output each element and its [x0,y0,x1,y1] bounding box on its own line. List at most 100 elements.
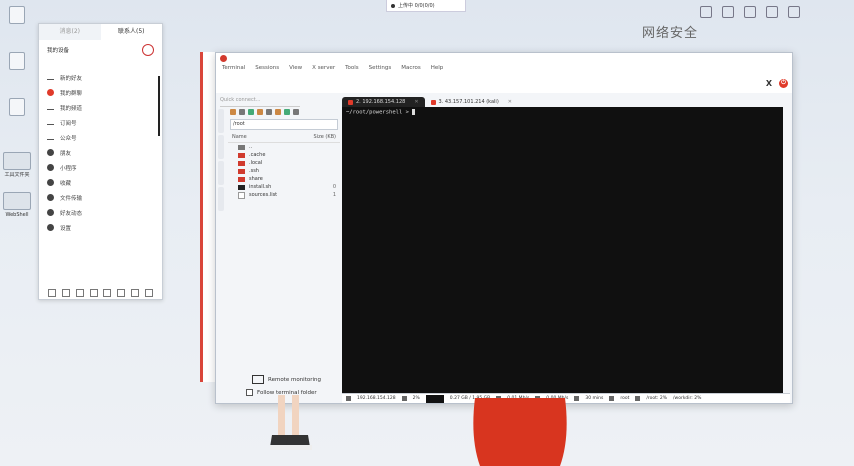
sftp-download-icon[interactable] [257,109,263,115]
close-icon[interactable]: ✕ [414,99,418,105]
moments-icon [47,209,54,216]
terminal-scrollbar[interactable] [783,107,790,393]
chat-panel: 消息(2) 联系人(5) 我的设备 新的好友 我的群聊 我的频道 订阅号 公众号… [38,23,163,300]
folder-icon [238,168,245,174]
menu-item-macros[interactable]: Macros [401,65,421,71]
menu-item-settings[interactable]: Settings [369,65,392,71]
terminal-app-window: Terminal Sessions View X server Tools Se… [215,52,793,404]
sftp-row[interactable]: share [228,175,340,183]
desktop-icon[interactable]: 工具文件夹 [2,152,32,178]
checkbox-icon [246,389,253,396]
miniapp-icon [47,164,54,171]
list-item[interactable]: 朋友 [39,145,162,160]
mail-icon[interactable] [61,289,70,297]
device-row[interactable]: 我的设备 [39,40,162,60]
sftp-refresh-icon[interactable] [248,109,254,115]
desktop-icon[interactable] [2,6,32,26]
tab-messages[interactable]: 消息(2) [39,24,101,40]
list-item[interactable]: 文件传输 [39,190,162,205]
watermark-text: 网络安全 [642,26,699,41]
exit-icon[interactable]: ⏻ [779,78,788,88]
avatar [142,44,154,56]
sftp-newfolder-icon[interactable] [275,109,281,115]
xserver-icon[interactable]: X [765,79,773,88]
list-item[interactable]: 订阅号 [39,115,162,130]
terminal-output[interactable]: ~/root/powershell > [342,107,783,393]
sftp-newfile-icon[interactable] [284,109,290,115]
folder-icon [238,152,245,158]
menu-item-help[interactable]: Help [431,65,444,71]
scrollbar[interactable] [158,76,160,136]
menu-item-sessions[interactable]: Sessions [255,65,279,71]
list-item[interactable]: 小程序 [39,160,162,175]
tray-icon[interactable] [722,6,734,18]
grid-icon[interactable] [131,289,140,297]
tray-icon[interactable] [700,6,712,18]
side-tab-tools[interactable] [218,135,224,159]
upload-notification[interactable]: 上传中 0/0(0/0) [386,0,466,12]
desktop-icon[interactable]: WebShell [2,192,32,218]
folder-icon [238,160,245,166]
tab-session-2[interactable]: 2. 192.168.154.128 ✕ [342,97,425,107]
sftp-row[interactable]: .cache [228,151,340,159]
disk-icon [635,396,641,401]
close-icon[interactable]: ✕ [508,99,512,105]
wallpaper-legs [270,395,312,450]
sftp-row[interactable]: sources.list 1 [228,191,340,199]
menu-item-xserver[interactable]: X server [312,65,335,71]
session-icon [348,99,353,105]
tray-icon[interactable] [766,6,778,18]
group-icon [47,89,54,96]
list-item[interactable]: 公众号 [39,130,162,145]
list-item[interactable]: 设置 [39,220,162,235]
sftp-row[interactable]: install.sh 0 [228,183,340,191]
phone-icon[interactable] [103,289,112,297]
sftp-home-icon[interactable] [239,109,245,115]
menu-item-view[interactable]: View [289,65,302,71]
tray-icon[interactable] [744,6,756,18]
side-tab-sessions[interactable] [218,109,224,133]
list-item[interactable]: 好友动态 [39,205,162,220]
side-tab-sftp[interactable] [218,187,224,211]
star-icon[interactable] [89,289,98,297]
sftp-toolbar [228,107,340,117]
sftp-upload-icon[interactable] [266,109,272,115]
tab-contacts[interactable]: 联系人(5) [100,24,162,40]
sftp-delete-icon[interactable] [293,109,299,115]
menu-item-terminal[interactable]: Terminal [222,65,245,71]
list-item[interactable]: 我的群聊 [39,85,162,100]
remote-monitoring-button[interactable]: Remote monitoring [252,375,321,384]
tab-session-3[interactable]: 3. 43.157.101.214 (kali) ✕ [425,97,518,107]
chat-tabs: 消息(2) 联系人(5) [39,24,162,40]
sftp-browser: /root Name Size (KB) .. .cache .local .s… [228,107,340,407]
sftp-path-input[interactable]: /root [230,119,338,130]
game-icon[interactable] [117,289,126,297]
more-icon[interactable] [145,289,154,297]
list-item[interactable]: 我的频道 [39,100,162,115]
host-icon [346,396,351,401]
sftp-row[interactable]: .. [228,143,340,151]
menu-icon[interactable] [47,289,56,297]
menu-item-tools[interactable]: Tools [345,65,359,71]
script-file-icon [238,184,245,190]
text-file-icon [238,191,245,199]
list-item[interactable]: 收藏 [39,175,162,190]
quick-connect-input[interactable]: Quick connect... [220,97,300,107]
folder-icon[interactable] [75,289,84,297]
list-item[interactable]: 新的好友 [39,70,162,85]
sftp-header: Name Size (KB) [228,132,340,143]
cpu-graph [425,394,444,403]
sftp-row[interactable]: .ssh [228,167,340,175]
session-icon [430,99,436,105]
settings-icon [47,224,54,231]
title-bar [216,53,792,63]
side-tab-macros[interactable] [218,161,224,185]
chevron-icon [47,121,54,125]
chevron-icon [47,136,54,140]
sftp-row[interactable]: .local [228,159,340,167]
tray-icon[interactable] [788,6,800,18]
desktop-icon[interactable] [2,52,32,72]
sftp-up-icon[interactable] [230,109,236,115]
file-transfer-icon [47,194,54,201]
desktop-icon[interactable] [2,98,32,118]
